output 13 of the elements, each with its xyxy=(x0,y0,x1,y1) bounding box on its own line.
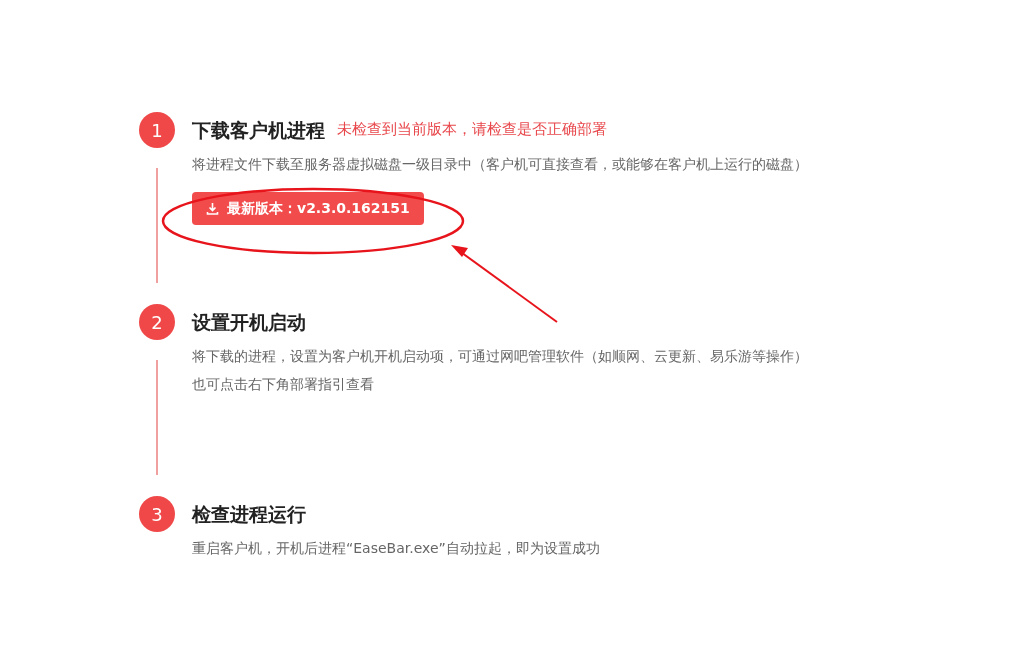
step-title: 设置开机启动 xyxy=(192,310,306,335)
step-number: 2 xyxy=(139,304,175,340)
download-icon xyxy=(206,202,219,215)
step-description: 将进程文件下载至服务器虚拟磁盘一级目录中（客户机可直接查看，或能够在客户机上运行的磁盘） xyxy=(192,155,808,174)
download-button[interactable]: 最新版本：v2.3.0.162151 xyxy=(192,192,424,225)
warning-text: 未检查到当前版本，请检查是否正确部署 xyxy=(337,120,607,140)
step-note: 也可点击右下角部署指引查看 xyxy=(192,375,375,394)
step-number: 3 xyxy=(139,496,175,532)
step-description: 将下载的进程，设置为客户机开机启动项，可通过网吧管理软件（如顺网、云更新、易乐游等操作） xyxy=(192,347,808,366)
step-number: 1 xyxy=(139,112,175,148)
step-description: 重启客户机，开机后进程“EaseBar.exe”自动拉起，即为设置成功 xyxy=(192,539,600,558)
step-title: 检查进程运行 xyxy=(192,502,306,527)
step-title: 下载客户机进程 xyxy=(192,118,325,143)
